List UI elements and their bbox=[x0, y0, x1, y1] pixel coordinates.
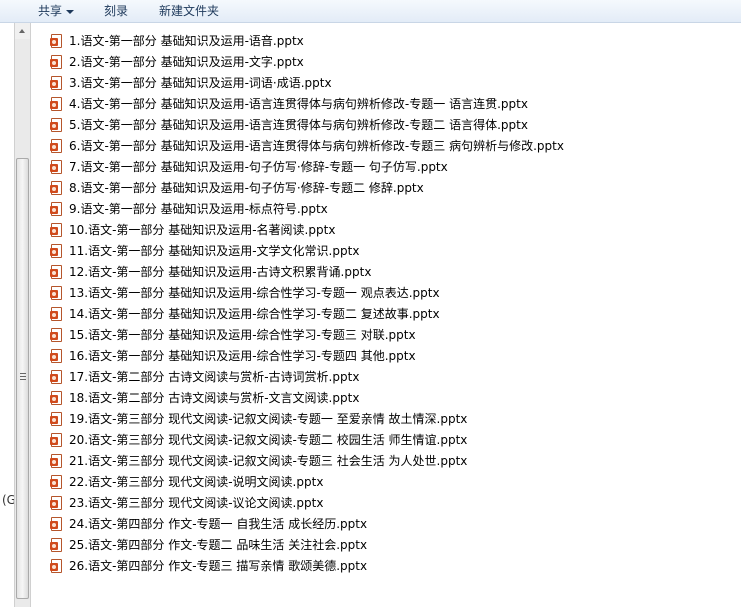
file-name: 1.语文-第一部分 基础知识及运用-语音.pptx bbox=[69, 34, 304, 48]
powerpoint-file-icon bbox=[50, 517, 64, 532]
file-item[interactable]: 21.语文-第三部分 现代文阅读-记叙文阅读-专题三 社会生活 为人处世.ppt… bbox=[50, 451, 564, 472]
file-name: 19.语文-第三部分 现代文阅读-记叙文阅读-专题一 至爱亲情 故土情深.ppt… bbox=[69, 412, 468, 426]
powerpoint-file-icon bbox=[50, 391, 64, 406]
powerpoint-file-icon bbox=[50, 454, 64, 469]
file-item[interactable]: 24.语文-第四部分 作文-专题一 自我生活 成长经历.pptx bbox=[50, 514, 564, 535]
new-folder-label: 新建文件夹 bbox=[159, 4, 220, 18]
file-item[interactable]: 26.语文-第四部分 作文-专题三 描写亲情 歌颂美德.pptx bbox=[50, 556, 564, 577]
file-name: 21.语文-第三部分 现代文阅读-记叙文阅读-专题三 社会生活 为人处世.ppt… bbox=[69, 454, 468, 468]
file-item[interactable]: 3.语文-第一部分 基础知识及运用-词语·成语.pptx bbox=[50, 73, 564, 94]
file-item[interactable]: 8.语文-第一部分 基础知识及运用-句子仿写·修辞-专题二 修辞.pptx bbox=[50, 178, 564, 199]
file-name: 5.语文-第一部分 基础知识及运用-语言连贯得体与病句辨析修改-专题二 语言得体… bbox=[69, 118, 528, 132]
file-name: 11.语文-第一部分 基础知识及运用-文学文化常识.pptx bbox=[69, 244, 360, 258]
powerpoint-file-icon bbox=[50, 559, 64, 574]
file-name: 6.语文-第一部分 基础知识及运用-语言连贯得体与病句辨析修改-专题三 病句辨析… bbox=[69, 139, 564, 153]
file-item[interactable]: 6.语文-第一部分 基础知识及运用-语言连贯得体与病句辨析修改-专题三 病句辨析… bbox=[50, 136, 564, 157]
file-item[interactable]: 4.语文-第一部分 基础知识及运用-语言连贯得体与病句辨析修改-专题一 语言连贯… bbox=[50, 94, 564, 115]
file-item[interactable]: 15.语文-第一部分 基础知识及运用-综合性学习-专题三 对联.pptx bbox=[50, 325, 564, 346]
powerpoint-file-icon bbox=[50, 328, 64, 343]
file-name: 15.语文-第一部分 基础知识及运用-综合性学习-专题三 对联.pptx bbox=[69, 328, 416, 342]
file-item[interactable]: 23.语文-第三部分 现代文阅读-议论文阅读.pptx bbox=[50, 493, 564, 514]
file-name: 9.语文-第一部分 基础知识及运用-标点符号.pptx bbox=[69, 202, 328, 216]
file-name: 26.语文-第四部分 作文-专题三 描写亲情 歌颂美德.pptx bbox=[69, 559, 368, 573]
file-item[interactable]: 20.语文-第三部分 现代文阅读-记叙文阅读-专题二 校园生活 师生情谊.ppt… bbox=[50, 430, 564, 451]
scroll-up-arrow-icon[interactable] bbox=[15, 23, 30, 39]
file-name: 22.语文-第三部分 现代文阅读-说明文阅读.pptx bbox=[69, 475, 324, 489]
file-item[interactable]: 19.语文-第三部分 现代文阅读-记叙文阅读-专题一 至爱亲情 故土情深.ppt… bbox=[50, 409, 564, 430]
file-item[interactable]: 13.语文-第一部分 基础知识及运用-综合性学习-专题一 观点表达.pptx bbox=[50, 283, 564, 304]
file-item[interactable]: 10.语文-第一部分 基础知识及运用-名著阅读.pptx bbox=[50, 220, 564, 241]
powerpoint-file-icon bbox=[50, 34, 64, 49]
powerpoint-file-icon bbox=[50, 496, 64, 511]
powerpoint-file-icon bbox=[50, 538, 64, 553]
file-name: 24.语文-第四部分 作文-专题一 自我生活 成长经历.pptx bbox=[69, 517, 368, 531]
file-item[interactable]: 5.语文-第一部分 基础知识及运用-语言连贯得体与病句辨析修改-专题二 语言得体… bbox=[50, 115, 564, 136]
navigation-scrollbar[interactable] bbox=[14, 23, 31, 607]
file-name: 4.语文-第一部分 基础知识及运用-语言连贯得体与病句辨析修改-专题一 语言连贯… bbox=[69, 97, 528, 111]
file-list: 1.语文-第一部分 基础知识及运用-语音.pptx 2.语文-第一部分 基础知识及… bbox=[50, 31, 564, 577]
file-item[interactable]: 2.语文-第一部分 基础知识及运用-文字.pptx bbox=[50, 52, 564, 73]
powerpoint-file-icon bbox=[50, 475, 64, 490]
powerpoint-file-icon bbox=[50, 160, 64, 175]
file-name: 13.语文-第一部分 基础知识及运用-综合性学习-专题一 观点表达.pptx bbox=[69, 286, 440, 300]
burn-button[interactable]: 刻录 bbox=[104, 3, 128, 19]
file-name: 20.语文-第三部分 现代文阅读-记叙文阅读-专题二 校园生活 师生情谊.ppt… bbox=[69, 433, 468, 447]
file-item[interactable]: 22.语文-第三部分 现代文阅读-说明文阅读.pptx bbox=[50, 472, 564, 493]
powerpoint-file-icon bbox=[50, 307, 64, 322]
file-item[interactable]: 1.语文-第一部分 基础知识及运用-语音.pptx bbox=[50, 31, 564, 52]
new-folder-button[interactable]: 新建文件夹 bbox=[159, 3, 219, 19]
file-name: 18.语文-第二部分 古诗文阅读与赏析-文言文阅读.pptx bbox=[69, 391, 360, 405]
share-button[interactable]: 共享 bbox=[38, 3, 75, 19]
file-name: 10.语文-第一部分 基础知识及运用-名著阅读.pptx bbox=[69, 223, 336, 237]
powerpoint-file-icon bbox=[50, 412, 64, 427]
file-item[interactable]: 16.语文-第一部分 基础知识及运用-综合性学习-专题四 其他.pptx bbox=[50, 346, 564, 367]
file-name: 8.语文-第一部分 基础知识及运用-句子仿写·修辞-专题二 修辞.pptx bbox=[69, 181, 424, 195]
powerpoint-file-icon bbox=[50, 370, 64, 385]
powerpoint-file-icon bbox=[50, 286, 64, 301]
powerpoint-file-icon bbox=[50, 433, 64, 448]
file-item[interactable]: 9.语文-第一部分 基础知识及运用-标点符号.pptx bbox=[50, 199, 564, 220]
file-name: 12.语文-第一部分 基础知识及运用-古诗文积累背诵.pptx bbox=[69, 265, 372, 279]
powerpoint-file-icon bbox=[50, 181, 64, 196]
file-name: 23.语文-第三部分 现代文阅读-议论文阅读.pptx bbox=[69, 496, 324, 510]
file-name: 14.语文-第一部分 基础知识及运用-综合性学习-专题二 复述故事.pptx bbox=[69, 307, 440, 321]
file-name: 25.语文-第四部分 作文-专题二 品味生活 关注社会.pptx bbox=[69, 538, 368, 552]
powerpoint-file-icon bbox=[50, 139, 64, 154]
grip-icon bbox=[20, 373, 26, 380]
file-item[interactable]: 12.语文-第一部分 基础知识及运用-古诗文积累背诵.pptx bbox=[50, 262, 564, 283]
navigation-pane[interactable]: (G bbox=[0, 23, 16, 607]
command-bar: 共享 刻录 新建文件夹 bbox=[0, 0, 741, 23]
file-name: 16.语文-第一部分 基础知识及运用-综合性学习-专题四 其他.pptx bbox=[69, 349, 416, 363]
powerpoint-file-icon bbox=[50, 244, 64, 259]
file-name: 7.语文-第一部分 基础知识及运用-句子仿写·修辞-专题一 句子仿写.pptx bbox=[69, 160, 448, 174]
chevron-down-icon bbox=[66, 9, 75, 14]
powerpoint-file-icon bbox=[50, 76, 64, 91]
file-name: 2.语文-第一部分 基础知识及运用-文字.pptx bbox=[69, 55, 304, 69]
share-label: 共享 bbox=[38, 4, 63, 18]
powerpoint-file-icon bbox=[50, 55, 64, 70]
file-item[interactable]: 14.语文-第一部分 基础知识及运用-综合性学习-专题二 复述故事.pptx bbox=[50, 304, 564, 325]
file-item[interactable]: 11.语文-第一部分 基础知识及运用-文学文化常识.pptx bbox=[50, 241, 564, 262]
powerpoint-file-icon bbox=[50, 97, 64, 112]
burn-label: 刻录 bbox=[104, 4, 129, 18]
powerpoint-file-icon bbox=[50, 265, 64, 280]
powerpoint-file-icon bbox=[50, 349, 64, 364]
scrollbar-thumb[interactable] bbox=[16, 158, 29, 599]
powerpoint-file-icon bbox=[50, 223, 64, 238]
file-name: 17.语文-第二部分 古诗文阅读与赏析-古诗词赏析.pptx bbox=[69, 370, 360, 384]
file-item[interactable]: 25.语文-第四部分 作文-专题二 品味生活 关注社会.pptx bbox=[50, 535, 564, 556]
file-item[interactable]: 7.语文-第一部分 基础知识及运用-句子仿写·修辞-专题一 句子仿写.pptx bbox=[50, 157, 564, 178]
file-item[interactable]: 17.语文-第二部分 古诗文阅读与赏析-古诗词赏析.pptx bbox=[50, 367, 564, 388]
powerpoint-file-icon bbox=[50, 202, 64, 217]
powerpoint-file-icon bbox=[50, 118, 64, 133]
file-item[interactable]: 18.语文-第二部分 古诗文阅读与赏析-文言文阅读.pptx bbox=[50, 388, 564, 409]
file-name: 3.语文-第一部分 基础知识及运用-词语·成语.pptx bbox=[69, 76, 332, 90]
